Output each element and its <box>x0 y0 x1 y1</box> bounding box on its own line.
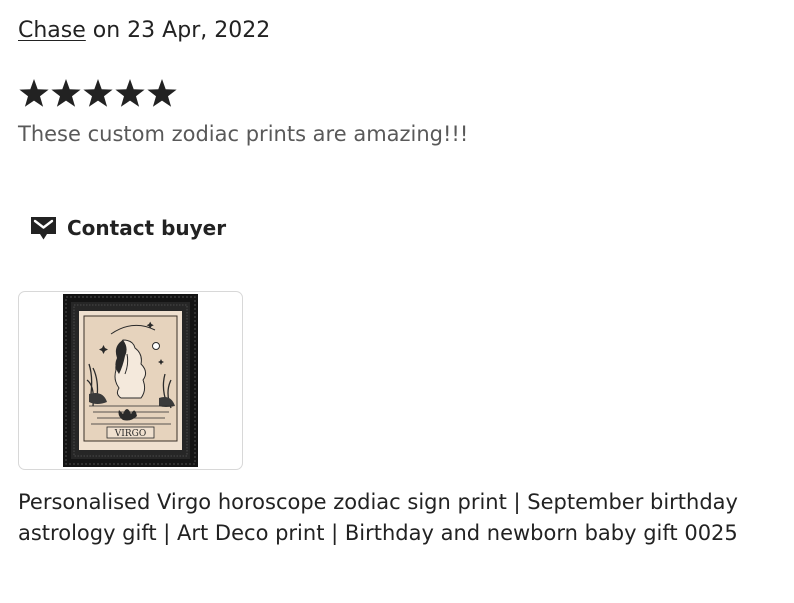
review-text: These custom zodiac prints are amazing!!… <box>18 122 469 146</box>
reviewer-name-link[interactable]: Chase <box>18 18 86 43</box>
star-icon <box>83 79 113 107</box>
review-header: Chase on 23 Apr, 2022 <box>18 16 270 46</box>
product-title-line1: Personalised Virgo horoscope zodiac sign… <box>18 490 738 514</box>
product-title-link[interactable]: Personalised Virgo horoscope zodiac sign… <box>18 487 788 549</box>
product-thumbnail-card[interactable]: VIRGO <box>18 291 243 470</box>
contact-buyer-label: Contact buyer <box>67 216 227 240</box>
product-image-label: VIRGO <box>114 429 146 439</box>
star-rating <box>18 78 178 108</box>
product-title-line2: astrology gift | Art Deco print | Birthd… <box>18 521 738 545</box>
star-icon <box>19 79 49 107</box>
star-icon <box>147 79 177 107</box>
review-date: on 23 Apr, 2022 <box>85 18 271 43</box>
contact-buyer-button[interactable]: Contact buyer <box>30 212 226 244</box>
product-image: VIRGO <box>63 294 198 467</box>
star-icon <box>115 79 145 107</box>
star-icon <box>51 79 81 107</box>
envelope-icon <box>31 216 56 239</box>
